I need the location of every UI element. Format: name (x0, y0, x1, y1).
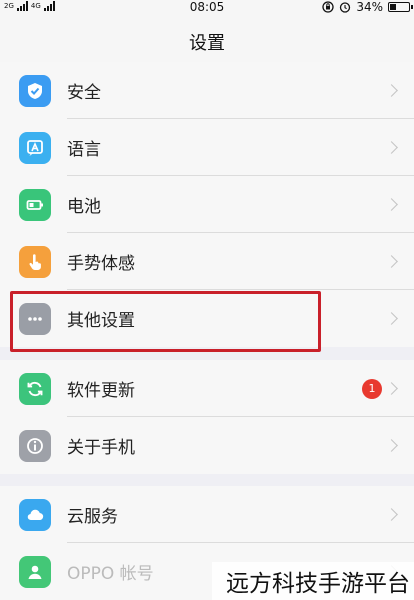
settings-item-battery[interactable]: 电池 (0, 176, 414, 233)
chevron-right-icon (385, 141, 398, 154)
more-icon (19, 302, 51, 335)
settings-item-language[interactable]: 语言 (0, 119, 414, 176)
battery-percent: 34% (356, 0, 383, 14)
settings-section-1: 安全 语言 电池 手势体感 其他设置 (0, 62, 414, 347)
language-icon (19, 131, 51, 164)
settings-item-cloud-service[interactable]: 云服务 (0, 486, 414, 543)
page-title: 设置 (189, 32, 225, 54)
account-icon (19, 555, 51, 588)
status-right: 34% (322, 0, 413, 14)
settings-item-label: OPPO 帐号 (67, 564, 154, 584)
settings-item-label: 软件更新 (67, 381, 135, 401)
settings-item-label: 云服务 (67, 507, 118, 527)
chevron-right-icon (385, 198, 398, 211)
settings-item-software-update[interactable]: 软件更新 1 (0, 360, 414, 417)
chevron-right-icon (385, 508, 398, 521)
settings-item-label: 语言 (67, 140, 101, 160)
update-icon (19, 372, 51, 405)
chevron-right-icon (385, 439, 398, 452)
settings-item-label: 电池 (67, 197, 101, 217)
header: 设置 (0, 16, 414, 68)
battery-status-icon (388, 2, 413, 12)
lock-rotation-icon (322, 1, 334, 13)
settings-item-label: 手势体感 (67, 254, 135, 274)
chevron-right-icon (385, 382, 398, 395)
chevron-right-icon (385, 84, 398, 97)
settings-item-label: 其他设置 (67, 311, 135, 331)
gesture-icon (19, 245, 51, 278)
settings-item-about-phone[interactable]: 关于手机 (0, 417, 414, 474)
shield-icon (19, 74, 51, 107)
settings-item-security[interactable]: 安全 (0, 62, 414, 119)
chevron-right-icon (385, 312, 398, 325)
cloud-icon (19, 498, 51, 531)
battery-icon (19, 188, 51, 221)
info-icon (19, 429, 51, 462)
status-bar: 2G 4G 08:05 34% (0, 0, 414, 16)
settings-item-label: 安全 (67, 83, 101, 103)
watermark: 远方科技手游平台 (212, 562, 414, 600)
settings-section-2: 软件更新 1 关于手机 (0, 360, 414, 474)
settings-item-label: 关于手机 (67, 438, 135, 458)
alarm-icon (340, 2, 351, 13)
update-count-badge: 1 (362, 378, 382, 399)
settings-item-gestures[interactable]: 手势体感 (0, 233, 414, 290)
settings-item-other[interactable]: 其他设置 (0, 290, 414, 347)
chevron-right-icon (385, 255, 398, 268)
